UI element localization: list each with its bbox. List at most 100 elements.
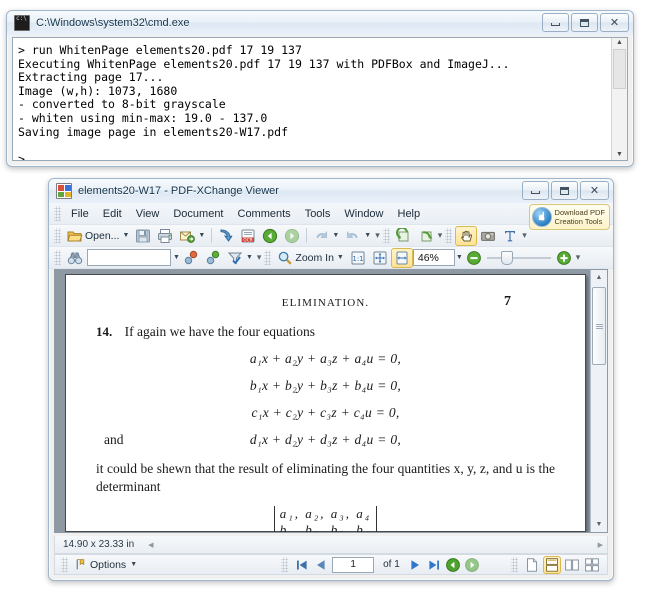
- cmd-vertical-scrollbar[interactable]: ▲ ▼: [611, 38, 627, 160]
- zoom-toolbar-overflow-icon[interactable]: ▾: [576, 252, 581, 263]
- zoom-in-button[interactable]: [553, 248, 575, 268]
- select-text-button[interactable]: [499, 226, 521, 246]
- facing-layout-button[interactable]: [563, 556, 581, 574]
- pdf-page-container[interactable]: ELIMINATION. 7 14. If again we have the …: [55, 270, 590, 532]
- hand-tool-button[interactable]: [455, 225, 478, 246]
- search-dropdown-caret-icon[interactable]: ▼: [173, 254, 180, 261]
- find-button[interactable]: [64, 248, 86, 268]
- pdf-scroll-up-arrow-icon[interactable]: ▲: [592, 270, 607, 285]
- rotate-right-button[interactable]: [415, 226, 437, 246]
- pdf-xchange-viewer-window[interactable]: elements20-W17 - PDF-XChange Viewer ✕ Fi…: [48, 178, 614, 581]
- pdf-title-bar[interactable]: elements20-W17 - PDF-XChange Viewer ✕: [49, 179, 613, 203]
- page-number-input[interactable]: 1: [332, 556, 375, 573]
- menu-document[interactable]: Document: [166, 205, 230, 223]
- cmd-minimize-button[interactable]: [542, 13, 569, 32]
- menu-comments[interactable]: Comments: [231, 205, 298, 223]
- menu-edit[interactable]: Edit: [96, 205, 129, 223]
- back-button[interactable]: [259, 226, 281, 246]
- hscroll-left-arrow-icon[interactable]: ◀: [144, 541, 157, 549]
- menu-view[interactable]: View: [129, 205, 167, 223]
- continuous-layout-button[interactable]: [543, 555, 561, 574]
- toolbar-gripper[interactable]: [445, 228, 453, 243]
- continuous-facing-layout-button[interactable]: [583, 556, 601, 574]
- search-filter-button[interactable]: ▼: [224, 248, 256, 268]
- options-button[interactable]: Options ▼: [71, 557, 140, 572]
- options-caret-icon[interactable]: ▼: [130, 561, 137, 568]
- fit-page-button[interactable]: [369, 248, 391, 268]
- undo-button[interactable]: ▼: [310, 226, 342, 246]
- scroll-up-arrow-icon[interactable]: ▲: [616, 39, 623, 47]
- search-filter-caret-icon[interactable]: ▼: [246, 254, 253, 261]
- download-pdf-creation-tools-button[interactable]: Download PDF Creation Tools: [528, 204, 610, 230]
- find-next-button[interactable]: [202, 248, 224, 268]
- undo-dropdown-caret-icon[interactable]: ▼: [332, 232, 339, 239]
- zoom-slider[interactable]: [486, 250, 551, 266]
- redo-button[interactable]: ▼: [342, 226, 374, 246]
- open-button[interactable]: Open... ▼: [64, 226, 132, 246]
- pdf-maximize-button[interactable]: [551, 181, 578, 200]
- zoom-toolbar-gripper[interactable]: [54, 250, 61, 265]
- snapshot-button[interactable]: [477, 226, 499, 246]
- nav-gripper[interactable]: [281, 557, 289, 572]
- redo-dropdown-caret-icon[interactable]: ▼: [364, 232, 371, 239]
- menu-help[interactable]: Help: [391, 205, 428, 223]
- cmd-close-button[interactable]: ✕: [600, 13, 629, 32]
- ocr-button[interactable]: OCR: [237, 226, 259, 246]
- zoom-level-caret-icon[interactable]: ▼: [456, 254, 463, 261]
- cmd-scroll-thumb[interactable]: [613, 49, 626, 89]
- toolbar-gripper[interactable]: [54, 228, 61, 243]
- save-button[interactable]: [132, 226, 154, 246]
- print-button[interactable]: [154, 226, 176, 246]
- email-button[interactable]: ▼: [176, 226, 208, 246]
- search-input[interactable]: [87, 249, 171, 266]
- layout-gripper[interactable]: [511, 557, 518, 572]
- rotate-ccw-icon: [395, 227, 409, 241]
- menu-bar: File Edit View Document Comments Tools W…: [49, 203, 613, 230]
- email-dropdown-caret-icon[interactable]: ▼: [198, 232, 205, 239]
- equation-4-row: and d₁x + d₂y + d₃z + d₄u = 0,: [96, 432, 555, 448]
- pdf-minimize-button[interactable]: [522, 181, 549, 200]
- zoom-out-button[interactable]: [463, 248, 485, 268]
- zoom-tool-caret-icon[interactable]: ▼: [337, 254, 344, 261]
- previous-view-button[interactable]: [445, 557, 461, 573]
- last-page-button[interactable]: [426, 557, 442, 573]
- toolbar-overflow-icon[interactable]: ▾: [522, 230, 527, 241]
- pdf-scroll-thumb[interactable]: [592, 287, 606, 365]
- actual-size-button[interactable]: 1:1: [347, 248, 369, 268]
- command-prompt-window[interactable]: C:\Windows\system32\cmd.exe ✕ > run Whit…: [6, 10, 634, 167]
- previous-page-button[interactable]: [313, 557, 329, 573]
- zoom-group-gripper[interactable]: [264, 250, 272, 265]
- menu-window[interactable]: Window: [337, 205, 390, 223]
- cmd-maximize-button[interactable]: [571, 13, 598, 32]
- pdf-scroll-down-arrow-icon[interactable]: ▼: [592, 517, 607, 532]
- rotate-left-button[interactable]: [393, 226, 415, 246]
- zoom-toolbar-overflow-icon[interactable]: ▾: [257, 252, 262, 263]
- forward-button[interactable]: [281, 226, 303, 246]
- pdf-close-button[interactable]: ✕: [580, 181, 609, 200]
- cmd-console-body[interactable]: > run WhitenPage elements20.pdf 17 19 13…: [12, 37, 628, 161]
- zoom-in-tool-button[interactable]: Zoom In ▼: [274, 248, 346, 268]
- toolbar-overflow-icon[interactable]: ▾: [438, 230, 443, 241]
- pdf-vertical-scrollbar[interactable]: ▲ ▼: [590, 270, 607, 532]
- toolbar-gripper[interactable]: [382, 228, 390, 243]
- export-button[interactable]: [215, 226, 237, 246]
- menu-bar-gripper[interactable]: [54, 206, 61, 221]
- hscroll-right-arrow-icon[interactable]: ▶: [594, 541, 607, 549]
- pdf-horizontal-scrollbar[interactable]: ◀ ▶: [144, 537, 607, 552]
- status-gripper[interactable]: [61, 557, 68, 572]
- fit-width-button[interactable]: [390, 247, 413, 268]
- pdf-viewing-area[interactable]: ELIMINATION. 7 14. If again we have the …: [54, 269, 608, 533]
- toolbar-overflow-icon[interactable]: ▾: [375, 230, 380, 241]
- open-dropdown-caret-icon[interactable]: ▼: [122, 232, 129, 239]
- scroll-down-arrow-icon[interactable]: ▼: [616, 151, 623, 159]
- cmd-title-bar[interactable]: C:\Windows\system32\cmd.exe ✕: [7, 11, 633, 35]
- next-page-button[interactable]: [407, 557, 423, 573]
- menu-tools[interactable]: Tools: [298, 205, 338, 223]
- zoom-slider-knob[interactable]: [500, 250, 513, 265]
- next-view-button[interactable]: [464, 557, 480, 573]
- find-previous-button[interactable]: [180, 248, 202, 268]
- first-page-button[interactable]: [294, 557, 310, 573]
- menu-file[interactable]: File: [64, 205, 96, 223]
- zoom-level-field[interactable]: 46%: [412, 249, 455, 266]
- single-page-layout-button[interactable]: [523, 556, 541, 574]
